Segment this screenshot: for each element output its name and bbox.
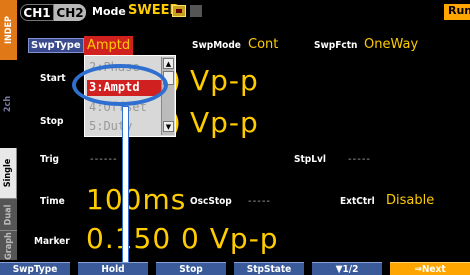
screen: INDEP 2ch Single Dual Graph CH1 CH2 Mode… xyxy=(0,0,470,275)
trig-label: Trig xyxy=(40,154,59,165)
softkey-stop[interactable]: Stop xyxy=(156,262,226,275)
softkey-bar: SwpType Hold Stop StpState ▼1/2 ⇒Next xyxy=(0,262,470,275)
time-label: Time xyxy=(40,196,65,207)
tab-2ch-label: 2ch xyxy=(3,95,14,113)
scroll-up-icon[interactable]: ▲ xyxy=(163,58,174,69)
marker-value[interactable]: 0.150 0 Vp-p xyxy=(86,222,279,255)
run-status-badge: Run xyxy=(444,4,470,20)
softkey-page[interactable]: ▼1/2 xyxy=(312,262,382,275)
swptype-value[interactable]: Amptd xyxy=(84,36,134,55)
oscstop-label: OscStop xyxy=(190,196,232,207)
stop-label: Stop xyxy=(40,116,64,127)
marker-label: Marker xyxy=(34,236,70,247)
dropdown-scrollbar[interactable]: ▲ ▼ xyxy=(161,57,174,135)
start-value[interactable]: Vp-p xyxy=(190,64,259,97)
stplvl-value[interactable]: ----- xyxy=(348,154,371,165)
time-value[interactable]: 100ms xyxy=(86,183,186,216)
tab-indep[interactable]: INDEP xyxy=(0,0,17,60)
mode-label: Mode xyxy=(92,5,126,18)
tab-2ch[interactable]: 2ch xyxy=(0,60,17,148)
callout-pointer xyxy=(122,106,129,266)
softkey-hold[interactable]: Hold xyxy=(78,262,148,275)
tab-graph-label: Graph xyxy=(3,231,14,260)
tab-indep-label: INDEP xyxy=(3,16,14,44)
stplvl-label: StpLvl xyxy=(294,154,326,165)
oscstop-value[interactable]: ----- xyxy=(248,196,271,207)
status-indicator-icon xyxy=(190,5,202,17)
sweep-status-icon xyxy=(172,5,186,17)
tab-dual[interactable]: Dual xyxy=(0,198,17,230)
start-label: Start xyxy=(40,73,66,84)
extctrl-value[interactable]: Disable xyxy=(386,193,434,208)
extctrl-label: ExtCtrl xyxy=(340,196,375,207)
softkey-next[interactable]: ⇒Next xyxy=(390,262,470,275)
swptype-label: SwpType xyxy=(28,38,84,53)
callout-ellipse xyxy=(72,64,168,106)
softkey-stpstate[interactable]: StpState xyxy=(234,262,304,275)
tab-graph[interactable]: Graph xyxy=(0,230,17,260)
stop-value[interactable]: Vp-p xyxy=(190,106,259,139)
ch2-button[interactable]: CH2 xyxy=(54,4,86,21)
trig-value[interactable]: ------ xyxy=(90,154,118,165)
swpmode-label: SwpMode xyxy=(192,40,241,51)
softkey-swptype[interactable]: SwpType xyxy=(0,262,70,275)
swpmode-value[interactable]: Cont xyxy=(248,37,278,52)
tab-single-label: Single xyxy=(3,158,13,188)
ch1-button[interactable]: CH1 xyxy=(20,4,54,21)
swpfctn-value[interactable]: OneWay xyxy=(364,37,418,52)
swpfctn-label: SwpFctn xyxy=(314,40,358,51)
tab-single[interactable]: Single xyxy=(0,148,17,198)
scroll-down-icon[interactable]: ▼ xyxy=(163,121,174,132)
tab-dual-label: Dual xyxy=(3,204,14,225)
